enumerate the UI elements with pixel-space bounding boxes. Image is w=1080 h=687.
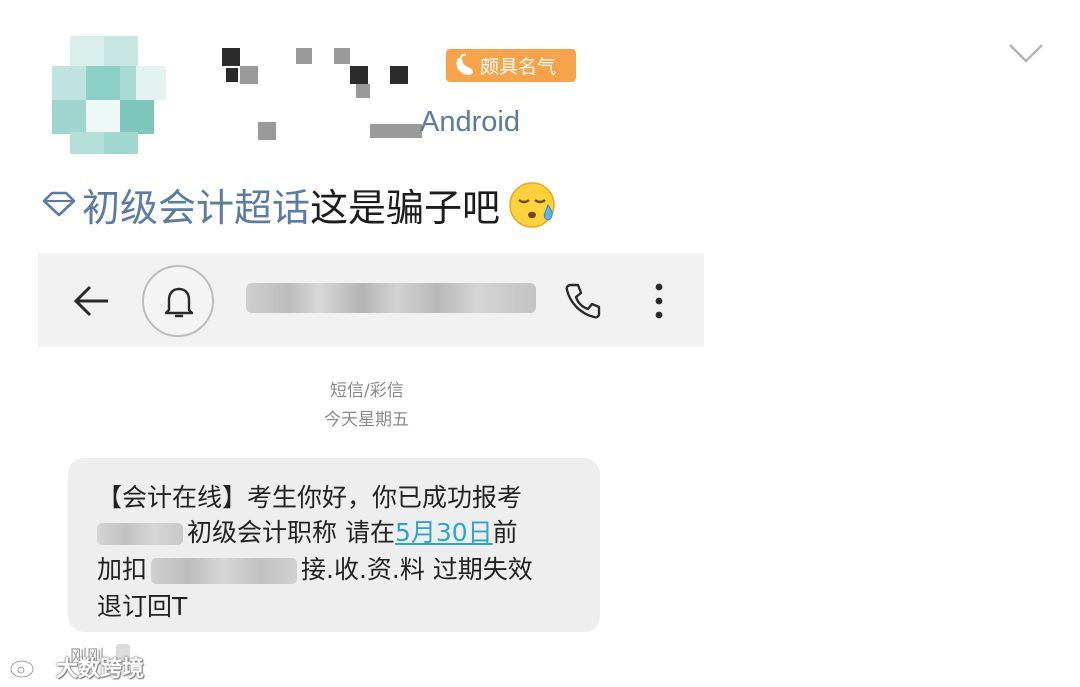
sweat-emoji bbox=[509, 182, 555, 228]
redacted-contact bbox=[151, 558, 298, 584]
message-type-label: 短信/彩信 bbox=[330, 381, 404, 401]
reputation-badge: 颇具名气 bbox=[446, 49, 576, 82]
sms-line-3-tail: 接.收.资.料 过期失效 bbox=[301, 555, 533, 584]
sms-line-3: 加扣 接.收.资.料 过期失效 bbox=[97, 550, 533, 586]
weibo-logo-icon bbox=[9, 654, 52, 679]
pepper-icon bbox=[456, 53, 473, 75]
user-avatar[interactable] bbox=[52, 36, 170, 154]
date-link[interactable]: 5月30日 bbox=[395, 518, 493, 547]
topic-link[interactable]: 初级会计超话 bbox=[82, 177, 310, 232]
sms-line-1: 【会计在线】考生你好，你已成功报考 bbox=[97, 483, 523, 512]
bell-icon bbox=[164, 287, 194, 318]
topic-gem-icon bbox=[42, 191, 76, 217]
sms-line-2: 初级会计职称 请在5月30日前 bbox=[97, 513, 518, 549]
sms-line-3-head: 加扣 bbox=[97, 555, 148, 584]
post-text: 初级会计超话 这是骗子吧 bbox=[40, 178, 558, 230]
watermark: 大数跨境 bbox=[8, 652, 144, 682]
notification-button[interactable] bbox=[142, 265, 214, 337]
badge-label: 颇具名气 bbox=[480, 56, 557, 78]
phone-call-icon[interactable] bbox=[563, 281, 603, 321]
post-body: 这是骗子吧 bbox=[310, 185, 501, 230]
sms-line-4: 退订回T bbox=[97, 592, 188, 621]
sender-number-blurred bbox=[246, 283, 536, 313]
chevron-down-icon[interactable] bbox=[1008, 42, 1044, 64]
watermark-text: 大数跨境 bbox=[56, 657, 145, 682]
message-day-label: 今天星期五 bbox=[324, 410, 409, 430]
sms-line-2-text: 初级会计职称 请在 bbox=[187, 518, 395, 547]
post-device: Android bbox=[420, 106, 520, 138]
more-vert-icon[interactable] bbox=[652, 281, 666, 321]
sms-line-2-tail: 前 bbox=[492, 518, 518, 547]
sms-top-bar bbox=[38, 253, 704, 347]
back-arrow-icon[interactable] bbox=[72, 283, 112, 319]
redacted-text bbox=[97, 523, 183, 545]
